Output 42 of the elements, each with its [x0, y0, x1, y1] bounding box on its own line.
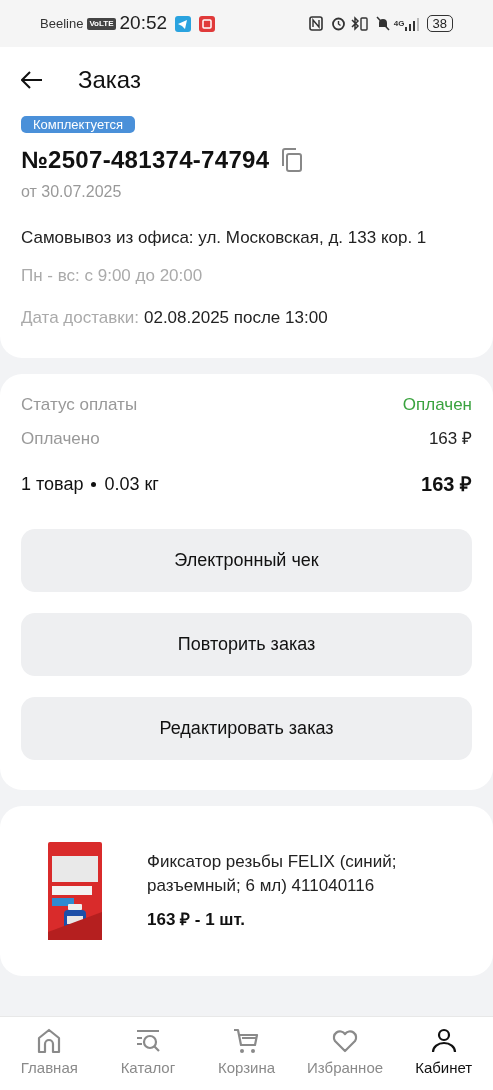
signal-icon	[404, 16, 419, 31]
cart-icon	[232, 1027, 261, 1055]
telegram-icon	[175, 15, 192, 32]
user-icon	[429, 1027, 458, 1055]
order-date: от 30.07.2025	[21, 182, 123, 202]
page-title: Заказ	[78, 64, 141, 95]
bell-off-icon	[375, 16, 390, 31]
heart-icon	[331, 1027, 360, 1055]
payment-value: Оплачен	[402, 394, 472, 416]
action-button[interactable]: Повторить заказ	[21, 613, 472, 676]
copy-icon[interactable]	[281, 148, 304, 172]
network-type: 4G	[393, 19, 405, 28]
back-arrow-icon	[21, 70, 43, 89]
order-total: 163 ₽	[421, 472, 472, 497]
nav-tab[interactable]: Корзина	[197, 1017, 296, 1090]
payment-value: 163 ₽	[428, 427, 472, 450]
status-badge: Комплектуется	[21, 116, 136, 133]
product-name[interactable]: Фиксатор резьбы FELIX (синий; разъемный; 6 мл) 411040116	[147, 849, 445, 898]
pickup-address: Самовывоз из офиса: ул. Московская, д. 133 кор. 1	[21, 227, 428, 249]
alarm-icon	[330, 16, 346, 31]
nav-tab[interactable]: Кабинет	[394, 1017, 493, 1090]
action-button[interactable]: Редактировать заказ	[21, 697, 472, 760]
bluetooth-icon	[349, 16, 360, 31]
product-price: 163 ₽ - 1 шт.	[147, 908, 247, 931]
items-count: 1 товар	[21, 472, 84, 496]
order-weight: 0.03 кг	[104, 472, 159, 496]
order-number: №2507-481374-74794	[21, 145, 270, 175]
carrier-name: Beeline	[40, 14, 84, 33]
delivery-date-value: 02.08.2025 после 13:00	[144, 306, 328, 329]
battery-saver-icon	[359, 16, 368, 31]
working-hours: Пн - вс: с 9:00 до 20:00	[21, 265, 204, 287]
nav-tab[interactable]: Главная	[0, 1017, 99, 1090]
app-icon	[199, 15, 216, 32]
nfc-icon	[308, 16, 323, 31]
nav-tab[interactable]: Избранное	[295, 1017, 395, 1090]
payment-label: Оплачено	[21, 427, 100, 450]
battery-indicator: 38	[426, 15, 453, 32]
clock-time: 20:52	[119, 11, 168, 36]
action-button[interactable]: Электронный чек	[21, 529, 472, 592]
volte-badge: VoLTE	[87, 17, 116, 30]
payment-label: Статус оплаты	[21, 394, 138, 416]
delivery-date-label: Дата доставки:	[21, 306, 139, 329]
